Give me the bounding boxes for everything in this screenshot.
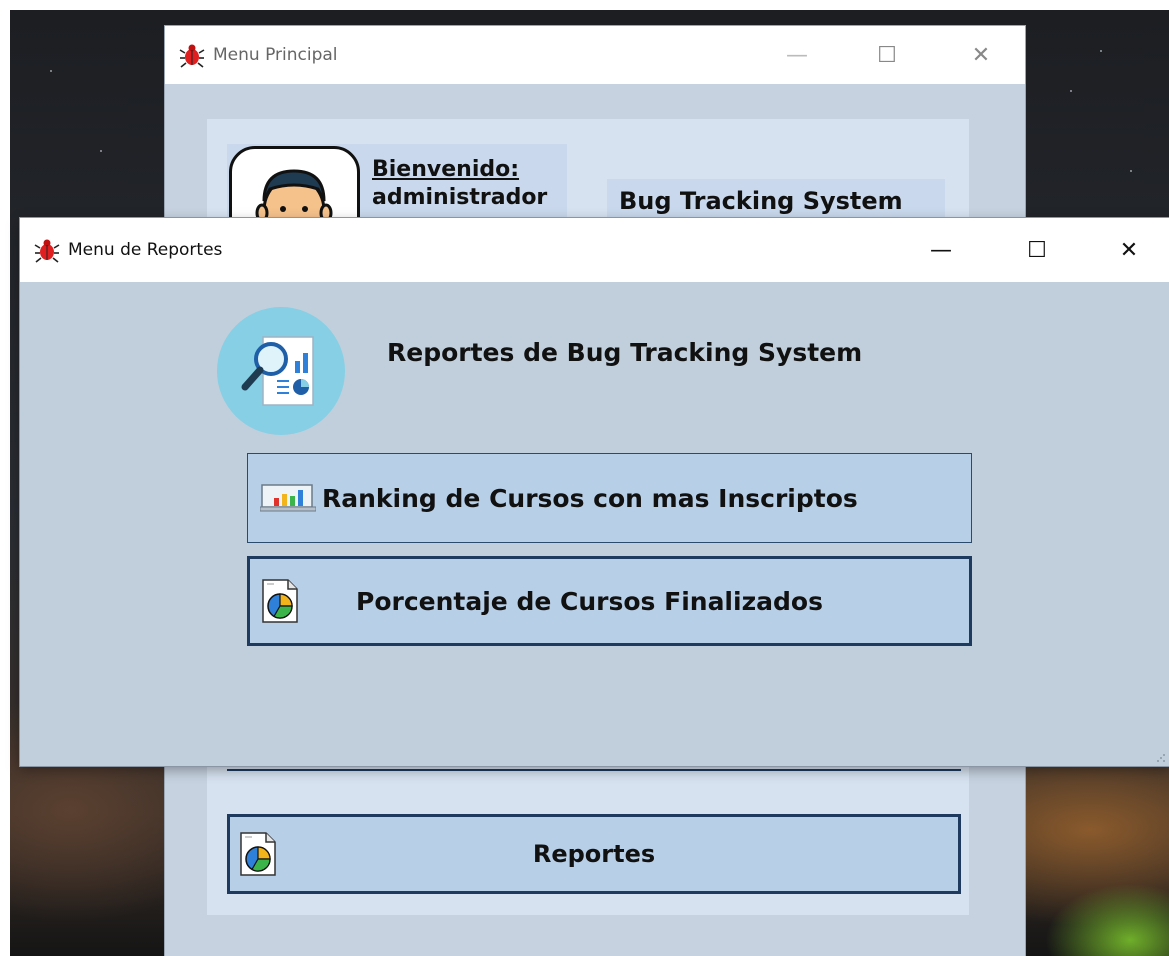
ranking-cursos-button[interactable]: Ranking de Cursos con mas Inscriptos — [247, 453, 972, 543]
reports-heading: Reportes de Bug Tracking System — [387, 338, 863, 367]
minimize-button[interactable]: — — [767, 26, 827, 84]
reports-menu-titlebar[interactable]: Menu de Reportes — ☐ ✕ — [20, 218, 1169, 282]
porcentaje-cursos-button[interactable]: Porcentaje de Cursos Finalizados — [247, 556, 972, 646]
ranking-cursos-label: Ranking de Cursos con mas Inscriptos — [322, 483, 858, 513]
reports-menu-window: Menu de Reportes — ☐ ✕ Reportes de Bug T… — [20, 218, 1169, 766]
close-button[interactable]: ✕ — [951, 26, 1011, 84]
window-title: Menu de Reportes — [68, 240, 223, 260]
report-search-icon — [241, 336, 314, 406]
pie-chart-icon — [262, 579, 298, 623]
hidden-button-edge — [227, 769, 961, 771]
welcome-text: Bienvenido: administrador — [372, 156, 547, 212]
resize-grip-icon[interactable] — [1156, 753, 1166, 763]
welcome-label: Bienvenido: — [372, 157, 520, 182]
username-label: administrador — [372, 185, 548, 210]
maximize-button[interactable]: ☐ — [857, 26, 917, 84]
main-menu-titlebar[interactable]: Menu Principal — ☐ ✕ — [165, 26, 1025, 84]
minimize-button[interactable]: — — [908, 218, 974, 282]
reportes-button-label: Reportes — [532, 840, 656, 868]
bug-app-icon — [179, 44, 205, 68]
reports-logo — [217, 307, 345, 435]
bar-chart-icon — [260, 484, 316, 512]
reportes-button[interactable]: Reportes — [227, 814, 961, 894]
close-button[interactable]: ✕ — [1096, 218, 1162, 282]
maximize-button[interactable]: ☐ — [1004, 218, 1070, 282]
window-title: Menu Principal — [213, 45, 338, 65]
bug-app-icon — [34, 239, 60, 263]
porcentaje-cursos-label: Porcentaje de Cursos Finalizados — [356, 586, 823, 616]
